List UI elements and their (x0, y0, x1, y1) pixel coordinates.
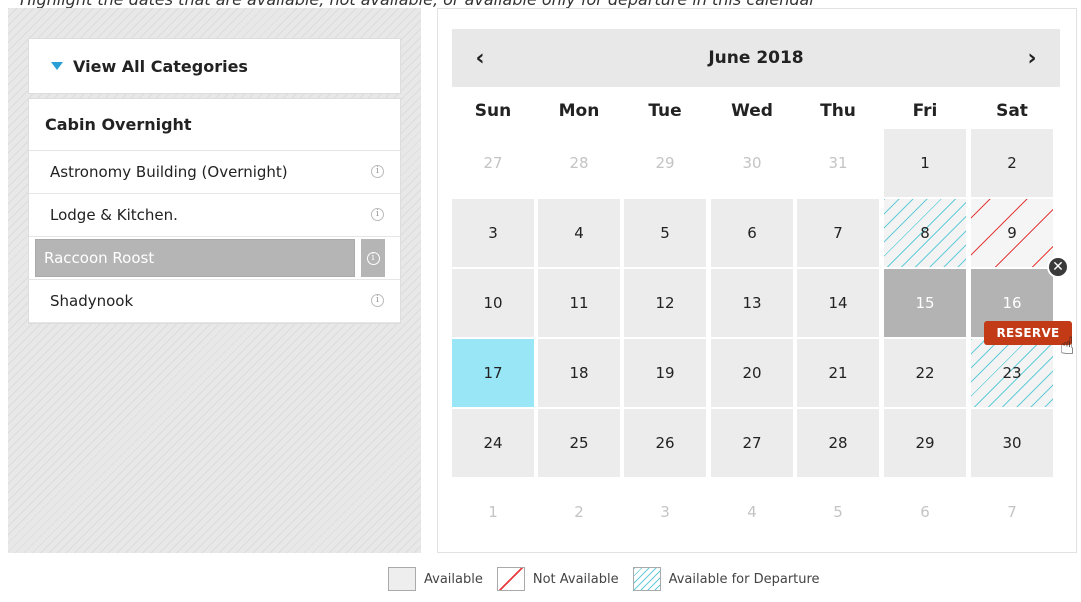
day-cell[interactable]: 20 (711, 339, 793, 407)
day-cell[interactable]: 5 (624, 199, 706, 267)
day-cell: 31 (828, 154, 848, 172)
not-available-swatch (496, 567, 525, 591)
legend-item-available: Available (388, 567, 483, 591)
category-item[interactable]: Lodge & Kitchen. i (29, 194, 400, 237)
weekday-label: Sun (474, 101, 512, 121)
calendar-legend: Available Not Available Available for De… (388, 566, 834, 592)
day-cell[interactable]: 28 (797, 409, 879, 477)
day-cell[interactable]: 22 (884, 339, 966, 407)
day-cell[interactable]: 3 (452, 199, 534, 267)
day-cell[interactable]: 15 (884, 269, 966, 337)
day-cell: 30 (742, 154, 762, 172)
day-cell[interactable]: 27 (711, 409, 793, 477)
weekday-label: Mon (558, 101, 600, 121)
caret-down-icon (51, 62, 63, 70)
weekday-label: Wed (731, 101, 773, 121)
day-cell[interactable]: 2 (971, 129, 1053, 197)
day-cell[interactable]: 8 (884, 199, 966, 267)
day-cell: 27 (483, 154, 503, 172)
day-cell[interactable]: 7 (797, 199, 879, 267)
prev-month-button[interactable]: ‹ (470, 46, 490, 71)
legend-item-departure: Available for Departure (632, 567, 820, 591)
day-cell: 5 (833, 503, 843, 521)
info-icon: i (366, 251, 380, 265)
weekday-label: Sat (996, 101, 1028, 121)
day-cell[interactable]: 4 (538, 199, 620, 267)
info-icon[interactable]: i (371, 294, 384, 307)
weekday-label: Thu (820, 101, 856, 121)
available-swatch (388, 567, 416, 591)
day-cell: 4 (747, 503, 757, 521)
category-item-label: Lodge & Kitchen. (50, 206, 178, 224)
view-all-categories-button[interactable]: View All Categories (28, 38, 401, 94)
weekday-label: Fri (912, 101, 938, 121)
legend-not-available-label: Not Available (532, 571, 619, 587)
category-title: Cabin Overnight (29, 99, 400, 151)
next-month-button[interactable]: › (1022, 46, 1042, 71)
legend-available-label: Available (424, 571, 483, 587)
day-cell[interactable]: 23 (971, 339, 1053, 407)
close-icon[interactable]: ✕ (1047, 256, 1069, 278)
category-item[interactable]: Astronomy Building (Overnight) i (29, 151, 400, 194)
category-sidebar: View All Categories Cabin Overnight Astr… (8, 8, 421, 553)
hand-pointer-icon: ☝ (1060, 332, 1075, 360)
info-button[interactable]: i (361, 239, 385, 277)
day-cell[interactable]: 18 (538, 339, 620, 407)
day-cell[interactable]: 12 (624, 269, 706, 337)
day-cell[interactable]: 19 (624, 339, 706, 407)
day-cell: 1 (488, 503, 498, 521)
day-cell[interactable]: 13 (711, 269, 793, 337)
day-cell[interactable]: 11 (538, 269, 620, 337)
info-icon[interactable]: i (371, 208, 384, 221)
day-cell[interactable]: 29 (884, 409, 966, 477)
day-cell[interactable]: 17 (452, 339, 534, 407)
category-list: Cabin Overnight Astronomy Building (Over… (28, 98, 401, 324)
day-cell: 6 (920, 503, 930, 521)
day-cell[interactable]: 24 (452, 409, 534, 477)
month-title: June 2018 (708, 48, 804, 68)
day-cell: 7 (1007, 503, 1017, 521)
calendar: ‹ June 2018 › Sun Mon Tue Wed Thu Fri Sat 27 28 2… (437, 8, 1077, 553)
day-cell: 28 (569, 154, 589, 172)
day-cell[interactable]: 25 (538, 409, 620, 477)
category-item-label: Raccoon Roost (35, 239, 355, 277)
category-item[interactable]: Shadynook i (29, 280, 400, 323)
day-cell: 3 (660, 503, 670, 521)
day-cell: 29 (655, 154, 675, 172)
day-cell[interactable]: 6 (711, 199, 793, 267)
category-item[interactable]: Raccoon Roost i (29, 237, 400, 280)
day-cell[interactable]: 30 (971, 409, 1053, 477)
info-icon[interactable]: i (371, 165, 384, 178)
view-all-label: View All Categories (73, 56, 248, 76)
day-cell[interactable]: 21 (797, 339, 879, 407)
category-item-label: Shadynook (50, 292, 134, 310)
day-cell[interactable]: 10 (452, 269, 534, 337)
day-cell[interactable]: 26 (624, 409, 706, 477)
category-item-label: Astronomy Building (Overnight) (50, 163, 288, 181)
day-cell: 2 (574, 503, 584, 521)
weekday-label: Tue (648, 101, 682, 121)
legend-item-not-available: Not Available (496, 567, 619, 591)
day-cell[interactable]: 9 (971, 199, 1053, 267)
reserve-button[interactable]: RESERVE (984, 321, 1072, 345)
day-cell[interactable]: 14 (797, 269, 879, 337)
departure-swatch (632, 567, 661, 591)
legend-departure-label: Available for Departure (668, 571, 820, 587)
calendar-header: ‹ June 2018 › (452, 29, 1060, 87)
day-cell[interactable]: 1 (884, 129, 966, 197)
